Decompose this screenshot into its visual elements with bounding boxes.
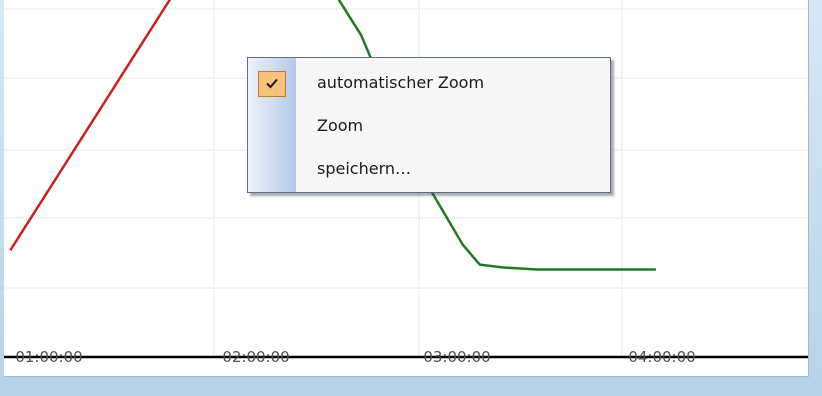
menu-item-auto-zoom[interactable]: automatischer Zoom xyxy=(248,63,610,103)
context-menu: automatischer Zoom Zoom speichern… xyxy=(247,57,611,193)
chart-window: 01:00:00 02:00:00 03:00:00 04:00:00 auto… xyxy=(0,0,822,396)
menu-item-label: speichern… xyxy=(317,159,411,178)
checkmark-icon xyxy=(258,71,286,97)
x-tick-label: 01:00:00 xyxy=(15,348,83,366)
menu-item-label: automatischer Zoom xyxy=(317,73,485,92)
series-line-1 xyxy=(9,0,172,251)
menu-item-zoom[interactable]: Zoom xyxy=(248,106,610,146)
menu-item-save[interactable]: speichern… xyxy=(248,149,610,189)
menu-item-label: Zoom xyxy=(317,116,364,135)
x-tick-label: 02:00:00 xyxy=(222,348,290,366)
x-tick-label: 03:00:00 xyxy=(423,348,491,366)
x-tick-label: 04:00:00 xyxy=(628,348,696,366)
